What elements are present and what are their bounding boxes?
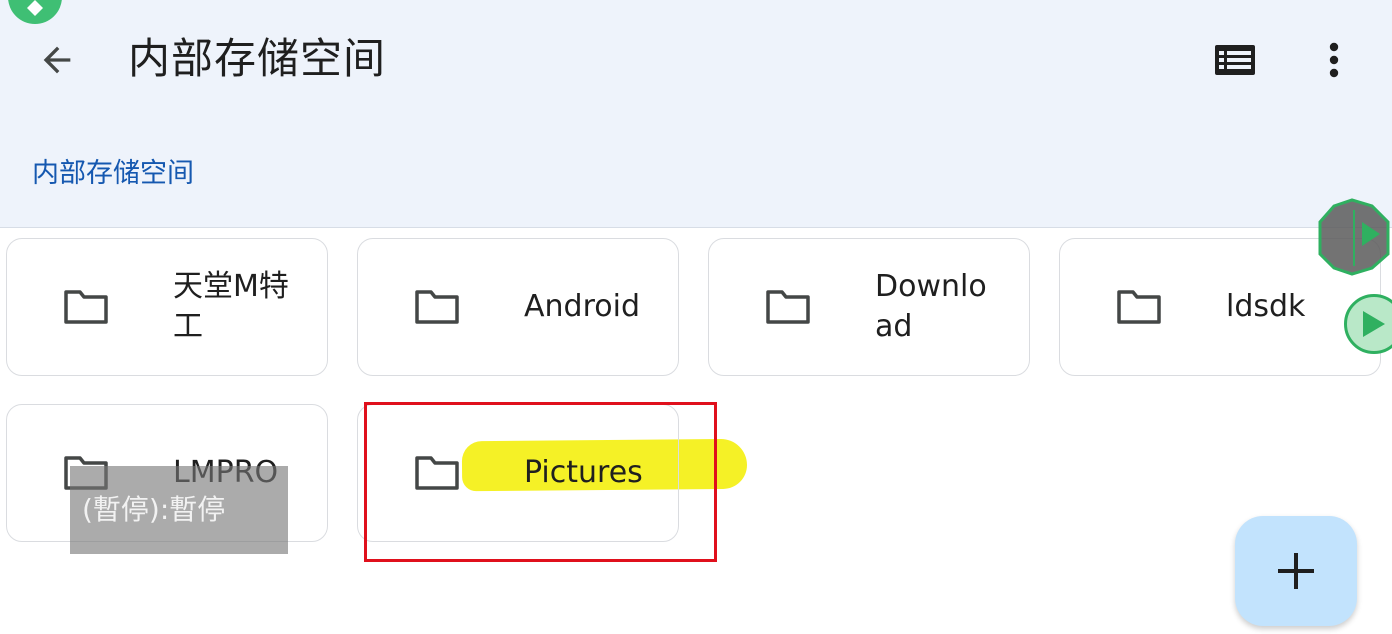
more-vert-icon	[1329, 42, 1339, 78]
breadcrumb[interactable]: 内部存储空间	[32, 154, 194, 194]
add-fab[interactable]	[1235, 516, 1357, 626]
top-app-bar: 内部存储空间 内部存储空间	[0, 0, 1392, 228]
play-icon	[1363, 311, 1385, 337]
list-view-icon	[1215, 45, 1255, 75]
play-button[interactable]	[1344, 294, 1392, 354]
more-options-button[interactable]	[1314, 36, 1354, 84]
arrow-back-icon	[43, 46, 71, 74]
back-button[interactable]	[28, 36, 86, 84]
floating-tool-widget[interactable]	[1316, 196, 1392, 276]
folder-card[interactable]: 天堂M特工	[6, 238, 328, 376]
pause-overlay: (暫停):暫停	[70, 466, 288, 554]
folder-icon	[415, 456, 459, 490]
folder-icon	[1117, 290, 1161, 324]
folder-card[interactable]: Android	[357, 238, 679, 376]
folder-card[interactable]: Download	[708, 238, 1030, 376]
folder-icon	[64, 290, 108, 324]
folder-name: 天堂M特工	[173, 269, 289, 344]
pause-text: (暫停):暫停	[82, 493, 226, 526]
folder-name: Pictures	[524, 455, 643, 490]
diamond-icon	[27, 0, 43, 16]
add-icon	[1278, 553, 1314, 589]
page-title: 内部存储空间	[128, 34, 387, 83]
list-view-button[interactable]	[1208, 38, 1262, 82]
folder-icon	[766, 290, 810, 324]
folder-name: Android	[524, 289, 640, 324]
folder-name: Download	[875, 269, 987, 344]
folder-card[interactable]: Pictures	[357, 404, 679, 542]
folder-icon	[415, 290, 459, 324]
